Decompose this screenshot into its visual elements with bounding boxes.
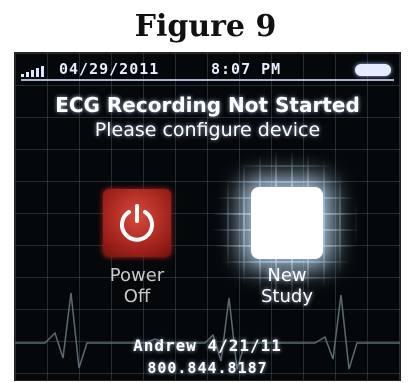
new-study-label-line1: New bbox=[267, 265, 307, 286]
footer-patient-info: Andrew 4/21/11 bbox=[133, 336, 282, 355]
power-off-label-line1: Power bbox=[109, 265, 165, 286]
status-message-title: ECG Recording Not Started bbox=[55, 93, 360, 117]
power-off-button[interactable] bbox=[103, 189, 171, 257]
battery-icon bbox=[355, 64, 391, 76]
status-date: 04/29/2011 bbox=[59, 60, 160, 78]
status-message-subtitle: Please configure device bbox=[94, 119, 321, 141]
device-screen: 04/29/2011 8:07 PM ECG Recording Not Sta… bbox=[14, 52, 401, 381]
status-divider bbox=[21, 79, 394, 81]
new-study-button[interactable] bbox=[251, 187, 323, 259]
power-off-label-line2: Off bbox=[123, 286, 151, 307]
status-time: 8:07 PM bbox=[211, 60, 282, 78]
figure-caption: Figure 9 bbox=[134, 8, 277, 44]
status-bar: 04/29/2011 8:07 PM bbox=[15, 57, 400, 79]
new-study-label[interactable]: New Study bbox=[233, 265, 341, 307]
footer-phone-number: 800.844.8187 bbox=[147, 359, 268, 377]
new-study-label-line2: Study bbox=[261, 286, 313, 307]
power-off-label[interactable]: Power Off bbox=[85, 265, 189, 307]
power-icon bbox=[120, 204, 154, 242]
signal-strength-icon bbox=[21, 66, 44, 77]
